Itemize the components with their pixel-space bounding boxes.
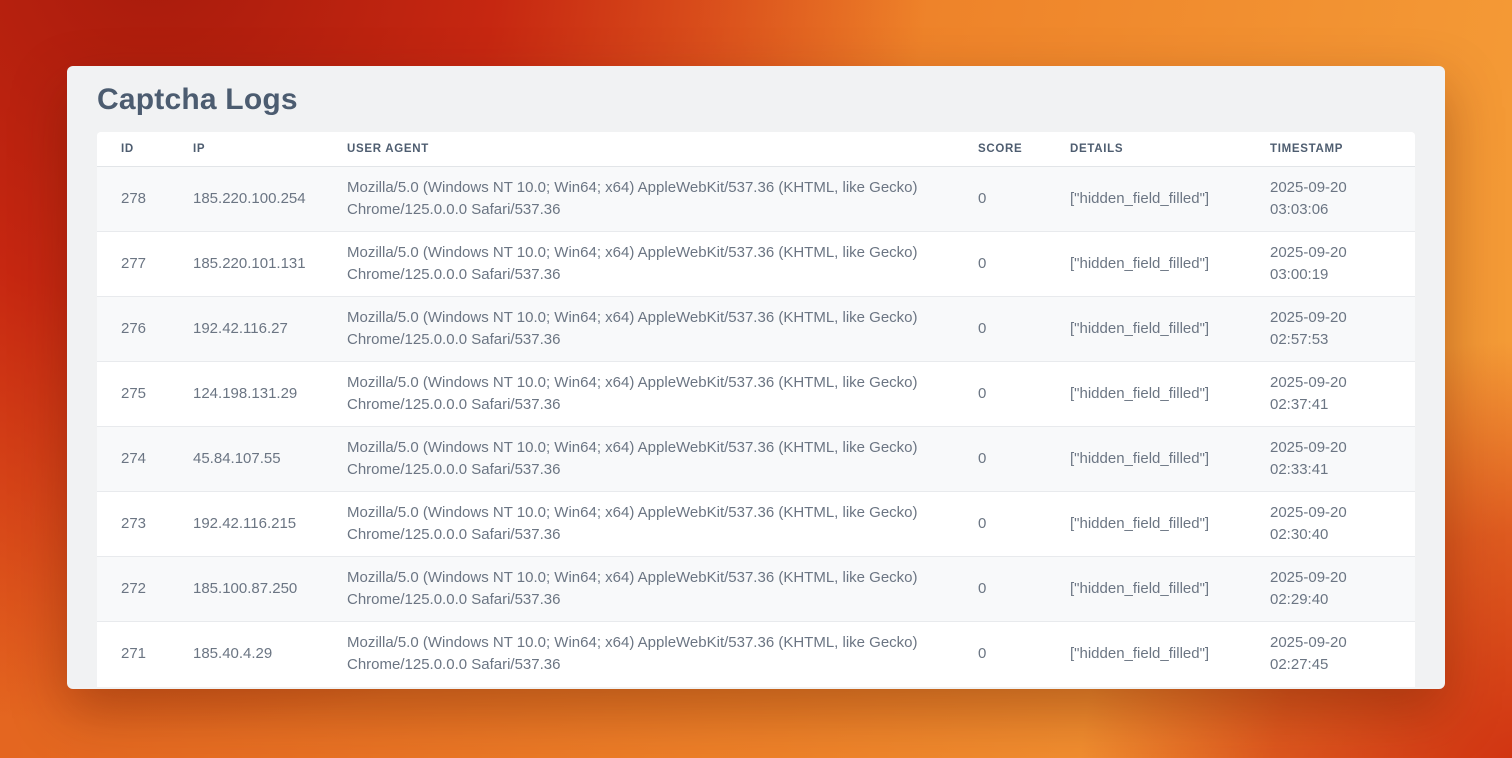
column-header-timestamp: TIMESTAMP xyxy=(1246,132,1415,167)
cell-ip: 192.42.116.27 xyxy=(169,297,323,362)
cell-user-agent: Mozilla/5.0 (Windows NT 10.0; Win64; x64… xyxy=(323,557,954,622)
cell-timestamp: 2025-09-20 02:57:53 xyxy=(1246,297,1415,362)
cell-details: ["hidden_field_filled"] xyxy=(1046,622,1246,687)
captcha-logs-table: ID IP USER AGENT SCORE DETAILS TIMESTAMP… xyxy=(97,132,1415,687)
cell-details: ["hidden_field_filled"] xyxy=(1046,492,1246,557)
table-header: ID IP USER AGENT SCORE DETAILS TIMESTAMP xyxy=(97,132,1415,167)
cell-id: 273 xyxy=(97,492,169,557)
cell-ip: 124.198.131.29 xyxy=(169,362,323,427)
cell-timestamp: 2025-09-20 02:33:41 xyxy=(1246,427,1415,492)
cell-score: 0 xyxy=(954,557,1046,622)
captcha-logs-card: Captcha Logs ID IP USER AGENT SCORE DETA… xyxy=(67,66,1445,689)
cell-timestamp: 2025-09-20 02:30:40 xyxy=(1246,492,1415,557)
cell-user-agent: Mozilla/5.0 (Windows NT 10.0; Win64; x64… xyxy=(323,427,954,492)
cell-score: 0 xyxy=(954,362,1046,427)
cell-details: ["hidden_field_filled"] xyxy=(1046,167,1246,232)
cell-score: 0 xyxy=(954,492,1046,557)
column-header-ip: IP xyxy=(169,132,323,167)
cell-ip: 45.84.107.55 xyxy=(169,427,323,492)
cell-user-agent: Mozilla/5.0 (Windows NT 10.0; Win64; x64… xyxy=(323,362,954,427)
cell-user-agent: Mozilla/5.0 (Windows NT 10.0; Win64; x64… xyxy=(323,232,954,297)
cell-score: 0 xyxy=(954,232,1046,297)
cell-timestamp: 2025-09-20 03:00:19 xyxy=(1246,232,1415,297)
table-row: 274 45.84.107.55 Mozilla/5.0 (Windows NT… xyxy=(97,427,1415,492)
cell-timestamp: 2025-09-20 02:29:40 xyxy=(1246,557,1415,622)
cell-score: 0 xyxy=(954,622,1046,687)
page-background: Captcha Logs ID IP USER AGENT SCORE DETA… xyxy=(0,0,1512,758)
column-header-id: ID xyxy=(97,132,169,167)
cell-ip: 185.40.4.29 xyxy=(169,622,323,687)
table-row: 277 185.220.101.131 Mozilla/5.0 (Windows… xyxy=(97,232,1415,297)
cell-details: ["hidden_field_filled"] xyxy=(1046,232,1246,297)
column-header-score: SCORE xyxy=(954,132,1046,167)
cell-score: 0 xyxy=(954,167,1046,232)
table-row: 271 185.40.4.29 Mozilla/5.0 (Windows NT … xyxy=(97,622,1415,687)
cell-user-agent: Mozilla/5.0 (Windows NT 10.0; Win64; x64… xyxy=(323,492,954,557)
table-row: 272 185.100.87.250 Mozilla/5.0 (Windows … xyxy=(97,557,1415,622)
table-row: 273 192.42.116.215 Mozilla/5.0 (Windows … xyxy=(97,492,1415,557)
table-row: 276 192.42.116.27 Mozilla/5.0 (Windows N… xyxy=(97,297,1415,362)
cell-id: 277 xyxy=(97,232,169,297)
cell-user-agent: Mozilla/5.0 (Windows NT 10.0; Win64; x64… xyxy=(323,297,954,362)
cell-id: 275 xyxy=(97,362,169,427)
cell-details: ["hidden_field_filled"] xyxy=(1046,427,1246,492)
logs-table-container: ID IP USER AGENT SCORE DETAILS TIMESTAMP… xyxy=(97,132,1415,687)
page-title: Captcha Logs xyxy=(97,83,1415,117)
column-header-user-agent: USER AGENT xyxy=(323,132,954,167)
cell-score: 0 xyxy=(954,297,1046,362)
cell-id: 272 xyxy=(97,557,169,622)
cell-ip: 192.42.116.215 xyxy=(169,492,323,557)
cell-id: 274 xyxy=(97,427,169,492)
cell-timestamp: 2025-09-20 02:37:41 xyxy=(1246,362,1415,427)
cell-ip: 185.220.100.254 xyxy=(169,167,323,232)
cell-ip: 185.220.101.131 xyxy=(169,232,323,297)
cell-details: ["hidden_field_filled"] xyxy=(1046,362,1246,427)
column-header-details: DETAILS xyxy=(1046,132,1246,167)
cell-ip: 185.100.87.250 xyxy=(169,557,323,622)
cell-id: 271 xyxy=(97,622,169,687)
cell-id: 276 xyxy=(97,297,169,362)
cell-user-agent: Mozilla/5.0 (Windows NT 10.0; Win64; x64… xyxy=(323,622,954,687)
table-row: 275 124.198.131.29 Mozilla/5.0 (Windows … xyxy=(97,362,1415,427)
cell-user-agent: Mozilla/5.0 (Windows NT 10.0; Win64; x64… xyxy=(323,167,954,232)
table-body: 278 185.220.100.254 Mozilla/5.0 (Windows… xyxy=(97,167,1415,687)
cell-timestamp: 2025-09-20 03:03:06 xyxy=(1246,167,1415,232)
cell-score: 0 xyxy=(954,427,1046,492)
table-row: 278 185.220.100.254 Mozilla/5.0 (Windows… xyxy=(97,167,1415,232)
cell-timestamp: 2025-09-20 02:27:45 xyxy=(1246,622,1415,687)
cell-details: ["hidden_field_filled"] xyxy=(1046,297,1246,362)
cell-id: 278 xyxy=(97,167,169,232)
cell-details: ["hidden_field_filled"] xyxy=(1046,557,1246,622)
